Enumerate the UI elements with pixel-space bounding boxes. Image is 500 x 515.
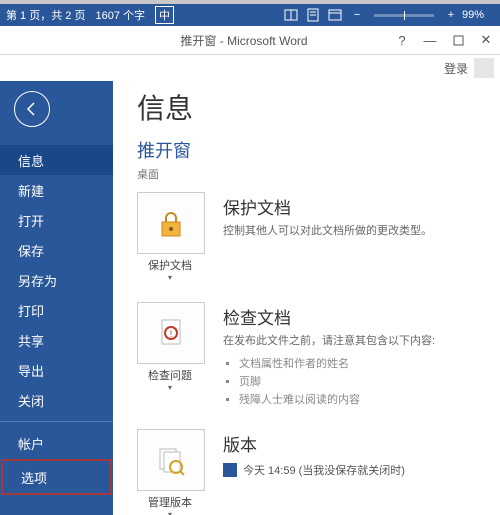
chevron-down-icon: ▾ xyxy=(137,383,203,392)
close-icon[interactable]: ✕ xyxy=(472,26,500,54)
status-bar: 第 1 页，共 2 页 1607 个字 中 − + 99% xyxy=(0,0,500,26)
inspect-title: 检查文档 xyxy=(223,304,435,329)
document-name: 推开窗 xyxy=(137,137,484,163)
minimize-icon[interactable]: — xyxy=(416,26,444,54)
nav-account[interactable]: 帐户 xyxy=(0,428,113,458)
nav-share[interactable]: 共享 xyxy=(0,325,113,355)
page-heading: 信息 xyxy=(137,87,484,127)
zoom-slider[interactable] xyxy=(374,14,434,17)
nav-open[interactable]: 打开 xyxy=(0,205,113,235)
protect-tile-label: 保护文档 xyxy=(137,257,203,273)
title-bar: 推开窗 - Microsoft Word ? — ✕ xyxy=(0,26,500,55)
nav-options[interactable]: 选项 xyxy=(1,459,112,495)
list-item: 残障人士难以阅读的内容 xyxy=(239,391,435,407)
protect-title: 保护文档 xyxy=(223,194,432,219)
info-panel: 信息 推开窗 桌面 保护文档 ▾ 保护文档 控制其他人可以对此文档所做的更改类型… xyxy=(113,81,500,515)
sign-in-link[interactable]: 登录 xyxy=(444,60,468,77)
inspect-tile-label: 检查问题 xyxy=(137,367,203,383)
zoom-out-icon[interactable]: − xyxy=(346,4,368,26)
language-indicator[interactable]: 中 xyxy=(155,6,174,24)
maximize-icon[interactable] xyxy=(444,26,472,54)
nav-export[interactable]: 导出 xyxy=(0,355,113,385)
list-item: 文档属性和作者的姓名 xyxy=(239,355,435,371)
backstage-sidebar: 信息 新建 打开 保存 另存为 打印 共享 导出 关闭 帐户 选项 xyxy=(0,81,113,515)
nav-print[interactable]: 打印 xyxy=(0,295,113,325)
view-read-icon[interactable] xyxy=(280,4,302,26)
chevron-down-icon: ▾ xyxy=(137,510,203,515)
versions-tile-label: 管理版本 xyxy=(137,494,203,510)
protect-desc: 控制其他人可以对此文档所做的更改类型。 xyxy=(223,223,432,241)
back-button[interactable] xyxy=(14,91,50,127)
inspect-list: 文档属性和作者的姓名 页脚 残障人士难以阅读的内容 xyxy=(223,355,435,407)
view-print-icon[interactable] xyxy=(302,4,324,26)
word-doc-icon xyxy=(223,463,237,477)
word-count[interactable]: 1607 个字 xyxy=(95,7,145,23)
versions-title: 版本 xyxy=(223,431,405,456)
version-entry-label: 今天 14:59 (当我没保存就关闭时) xyxy=(243,462,405,478)
nav-save[interactable]: 保存 xyxy=(0,235,113,265)
version-entry[interactable]: 今天 14:59 (当我没保存就关闭时) xyxy=(223,462,405,478)
nav-saveas[interactable]: 另存为 xyxy=(0,265,113,295)
zoom-in-icon[interactable]: + xyxy=(440,4,462,26)
inspect-icon: ! xyxy=(154,316,188,350)
protect-document-button[interactable]: 保护文档 ▾ xyxy=(137,192,203,282)
account-bar: 登录 xyxy=(0,55,500,81)
nav-close[interactable]: 关闭 xyxy=(0,385,113,415)
zoom-level[interactable]: 99% xyxy=(462,9,484,21)
document-path: 桌面 xyxy=(137,166,484,182)
svg-text:!: ! xyxy=(170,329,173,339)
inspect-desc: 在发布此文件之前，请注意其包含以下内容: xyxy=(223,333,435,351)
view-web-icon[interactable] xyxy=(324,4,346,26)
chevron-down-icon: ▾ xyxy=(137,273,203,282)
list-item: 页脚 xyxy=(239,373,435,389)
window-title: 推开窗 - Microsoft Word xyxy=(0,32,388,49)
avatar[interactable] xyxy=(474,58,494,78)
page-indicator[interactable]: 第 1 页，共 2 页 xyxy=(6,7,85,23)
manage-versions-button[interactable]: 管理版本 ▾ xyxy=(137,429,203,515)
versions-icon xyxy=(154,443,188,477)
help-icon[interactable]: ? xyxy=(388,26,416,54)
lock-icon xyxy=(154,206,188,240)
nav-separator xyxy=(0,421,113,422)
nav-new[interactable]: 新建 xyxy=(0,175,113,205)
inspect-document-button[interactable]: ! 检查问题 ▾ xyxy=(137,302,203,409)
nav-info[interactable]: 信息 xyxy=(0,145,113,175)
